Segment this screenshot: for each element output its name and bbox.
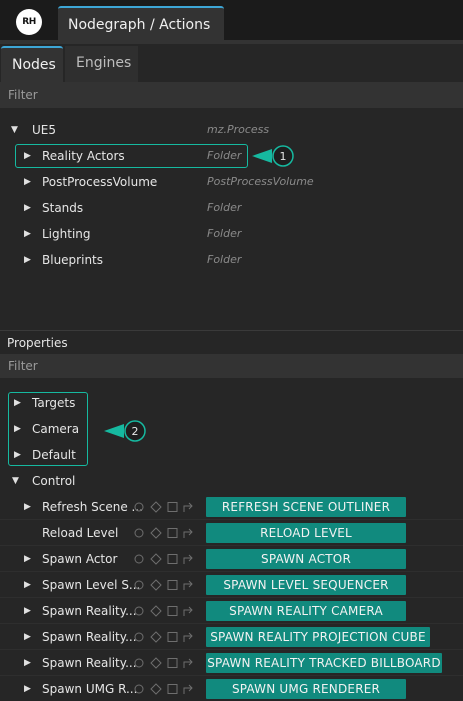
tree-item-type: Folder bbox=[207, 149, 242, 162]
caret-right-icon[interactable]: ▶ bbox=[24, 598, 31, 624]
pin-icons bbox=[134, 579, 193, 591]
pin-icons bbox=[134, 501, 193, 513]
tree-item-label: Stands bbox=[42, 201, 84, 215]
caret-right-icon[interactable]: ▶ bbox=[14, 390, 21, 416]
control-row: Reload Level RELOAD LEVEL bbox=[0, 520, 463, 546]
control-row: ▶ Spawn Reality... SPAWN REALITY PROJECT… bbox=[0, 624, 463, 650]
app-logo: RH bbox=[16, 9, 42, 35]
properties-title: Properties bbox=[7, 336, 68, 350]
tree-item-stands[interactable]: ▶ Stands Folder bbox=[0, 195, 463, 221]
refresh-scene-outliner-button[interactable]: REFRESH SCENE OUTLINER bbox=[206, 497, 406, 517]
caret-right-icon[interactable]: ▶ bbox=[24, 221, 31, 247]
document-tab[interactable]: Nodegraph / Actions bbox=[58, 6, 224, 44]
caret-right-icon[interactable]: ▶ bbox=[24, 572, 31, 598]
control-row: ▶ Spawn Reality... SPAWN REALITY TRACKED… bbox=[0, 650, 463, 676]
tab-nodes[interactable]: Nodes bbox=[1, 46, 63, 82]
spawn-reality-camera-button[interactable]: SPAWN REALITY CAMERA bbox=[206, 601, 406, 621]
control-row-label: Refresh Scene ... bbox=[42, 500, 143, 514]
tree-item-reality-actors[interactable]: ▶ Reality Actors Folder bbox=[0, 143, 463, 169]
spawn-level-sequencer-button[interactable]: SPAWN LEVEL SEQUENCER bbox=[206, 575, 406, 595]
caret-right-icon[interactable]: ▶ bbox=[24, 247, 31, 273]
spawn-reality-tracked-billboard-button[interactable]: SPAWN REALITY TRACKED BILLBOARD bbox=[206, 653, 442, 673]
control-row-label: Reload Level bbox=[42, 526, 119, 540]
tree-item-type: Folder bbox=[207, 253, 242, 266]
control-row: ▶ Spawn Reality... SPAWN REALITY CAMERA bbox=[0, 598, 463, 624]
control-row-label: Spawn UMG R... bbox=[42, 682, 138, 696]
pin-icons bbox=[134, 683, 193, 695]
caret-right-icon[interactable]: ▶ bbox=[24, 169, 31, 195]
tree-item-ue5[interactable]: ▼ UE5 mz.Process bbox=[0, 117, 463, 143]
control-row-label: Spawn Reality... bbox=[42, 604, 137, 618]
caret-right-icon[interactable]: ▶ bbox=[14, 442, 21, 468]
control-row-label: Spawn Reality... bbox=[42, 656, 137, 670]
title-bar: RH Nodegraph / Actions bbox=[0, 0, 463, 44]
tree-item-type: Folder bbox=[207, 227, 242, 240]
spawn-actor-button[interactable]: SPAWN ACTOR bbox=[206, 549, 406, 569]
reload-level-button[interactable]: RELOAD LEVEL bbox=[206, 523, 406, 543]
tree-item-label: Lighting bbox=[42, 227, 91, 241]
pin-icons bbox=[134, 605, 193, 617]
control-row: ▶ Spawn UMG R... SPAWN UMG RENDERER bbox=[0, 676, 463, 701]
tree-item-lighting[interactable]: ▶ Lighting Folder bbox=[0, 221, 463, 247]
property-group-control[interactable]: ▼ Control bbox=[0, 468, 463, 494]
control-row-label: Spawn Actor bbox=[42, 552, 118, 566]
caret-right-icon[interactable]: ▶ bbox=[24, 650, 31, 676]
control-row: ▶ Spawn Actor SPAWN ACTOR bbox=[0, 546, 463, 572]
properties-filter-input[interactable]: Filter bbox=[0, 354, 463, 378]
tree-item-type: Folder bbox=[207, 201, 242, 214]
nodes-filter-input[interactable]: Filter bbox=[0, 82, 463, 108]
caret-right-icon[interactable]: ▶ bbox=[24, 494, 31, 520]
caret-right-icon[interactable]: ▶ bbox=[24, 143, 31, 169]
caret-right-icon[interactable]: ▶ bbox=[24, 676, 31, 701]
tree-item-type: mz.Process bbox=[207, 123, 270, 136]
callout-2: 2 bbox=[104, 420, 146, 442]
callout-1: 1 bbox=[252, 145, 294, 167]
spawn-reality-projection-cube-button[interactable]: SPAWN REALITY PROJECTION CUBE bbox=[206, 627, 430, 647]
tree-item-label: UE5 bbox=[32, 123, 56, 137]
control-row: ▶ Spawn Level S... SPAWN LEVEL SEQUENCER bbox=[0, 572, 463, 598]
tree-item-label: Blueprints bbox=[42, 253, 104, 267]
property-group-targets[interactable]: ▶ Targets bbox=[0, 390, 463, 416]
control-row-label: Spawn Level S... bbox=[42, 578, 141, 592]
tree-item-type: PostProcessVolume bbox=[207, 175, 314, 188]
callout-2-number: 2 bbox=[132, 425, 139, 438]
tree-item-postprocessvolume[interactable]: ▶ PostProcessVolume PostProcessVolume bbox=[0, 169, 463, 195]
tree-item-label: Reality Actors bbox=[42, 149, 125, 163]
caret-right-icon[interactable]: ▶ bbox=[24, 624, 31, 650]
pin-icons bbox=[134, 657, 193, 669]
property-group-default[interactable]: ▶ Default bbox=[0, 442, 463, 468]
panel-tab-bar: Nodes Engines bbox=[0, 44, 463, 82]
tab-engines[interactable]: Engines bbox=[65, 46, 138, 82]
pin-icons bbox=[134, 527, 193, 539]
property-group-label: Targets bbox=[32, 396, 76, 410]
spawn-umg-renderer-button[interactable]: SPAWN UMG RENDERER bbox=[206, 679, 406, 699]
tree-item-label: PostProcessVolume bbox=[42, 175, 158, 189]
tree-item-blueprints[interactable]: ▶ Blueprints Folder bbox=[0, 247, 463, 273]
control-row-label: Spawn Reality... bbox=[42, 630, 137, 644]
pin-icons bbox=[134, 631, 193, 643]
property-group-label: Control bbox=[32, 474, 76, 488]
property-group-label: Camera bbox=[32, 422, 80, 436]
property-group-camera[interactable]: ▶ Camera bbox=[0, 416, 463, 442]
caret-right-icon[interactable]: ▶ bbox=[14, 416, 21, 442]
caret-down-icon[interactable]: ▼ bbox=[11, 117, 18, 143]
caret-right-icon[interactable]: ▶ bbox=[24, 195, 31, 221]
control-row: ▶ Refresh Scene ... REFRESH SCENE OUTLIN… bbox=[0, 494, 463, 520]
callout-1-number: 1 bbox=[280, 150, 287, 163]
caret-down-icon[interactable]: ▼ bbox=[12, 468, 19, 494]
property-group-label: Default bbox=[32, 448, 76, 462]
caret-right-icon[interactable]: ▶ bbox=[24, 546, 31, 572]
panel-divider bbox=[0, 330, 463, 331]
pin-icons bbox=[134, 553, 193, 565]
